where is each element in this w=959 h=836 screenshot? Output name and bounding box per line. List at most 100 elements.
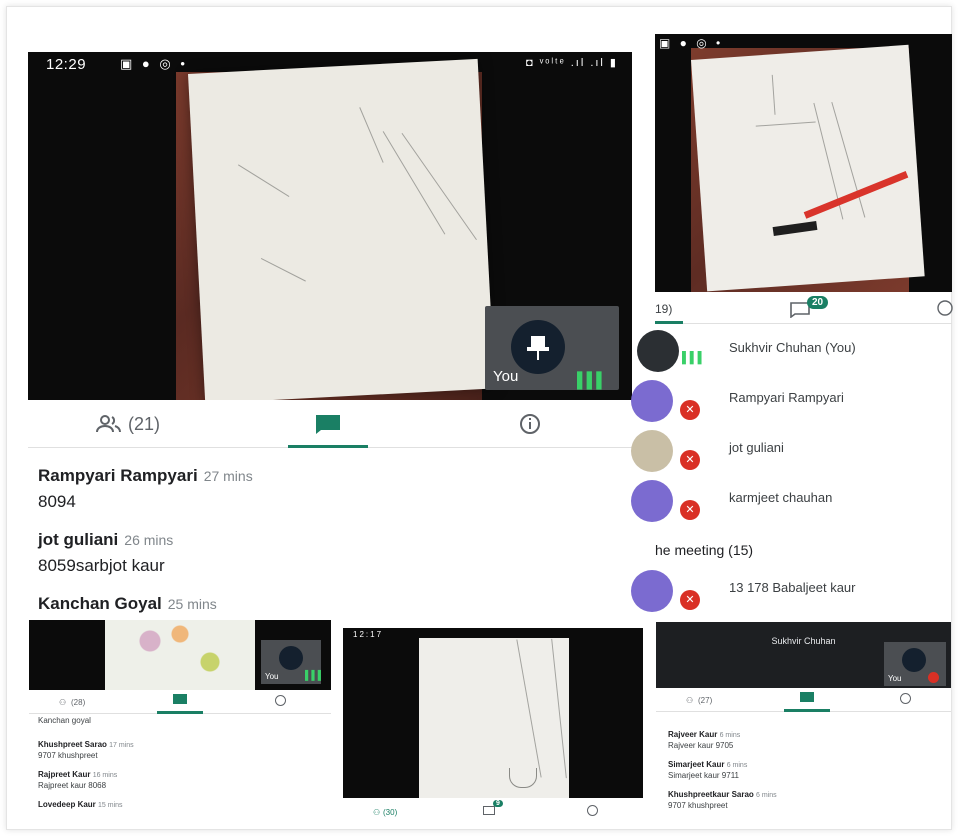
tab-chat[interactable] [228, 402, 428, 446]
info-icon[interactable] [900, 693, 911, 704]
signal-icons: ◘ ᵛᵒˡᵗᵉ .ıl .ıl ▮ [526, 57, 618, 69]
mic-off-icon: ✕ [680, 450, 700, 470]
self-view-tile[interactable]: You ▌▌▌ [261, 640, 325, 684]
participant-name: Rampyari Rampyari [729, 390, 844, 405]
participant-row[interactable]: ✕ karmjeet chauhan [631, 474, 952, 526]
right-tab-bar: 19) 20 [655, 294, 953, 324]
participants-count[interactable]: (30) [383, 808, 397, 817]
participant-row[interactable]: ✕ jot guliani [631, 424, 952, 476]
chat-message: Rampyari Rampyari 27 mins 8094 [38, 466, 253, 512]
thumb-tab-bar: ⚇ (28) [29, 690, 331, 714]
participant-row[interactable]: ✕ 13 178 Babaljeet kaur [631, 564, 952, 616]
sketch-paper [419, 638, 569, 798]
avatar [637, 330, 679, 372]
chat-text: 8094 [38, 492, 76, 511]
sketch-paper [188, 58, 495, 400]
chat-text: 9707 khushpreet [668, 801, 728, 810]
thumb-video-feed[interactable]: Sukhvir Chuhan You [656, 622, 951, 688]
audio-level-icon: ▌▌▌ [305, 670, 325, 680]
chat-icon [316, 415, 340, 434]
active-tab-indicator [784, 709, 830, 712]
chat-message: Khushpreetkaur Sarao 6 mins 9707 khushpr… [668, 790, 777, 811]
chat-sender: Simarjeet Kaur [668, 760, 725, 769]
chat-text: Rajpreet kaur 8068 [38, 781, 107, 790]
audio-level-icon: ▌▌▌ [577, 372, 607, 389]
pin-icon [902, 648, 926, 672]
people-icon[interactable]: ⚇ [373, 808, 380, 817]
participant-row[interactable]: ▌▌▌ Sukhvir Chuhan (You) [637, 324, 952, 376]
participant-name: 13 178 Babaljeet kaur [729, 580, 856, 595]
status-time: 12:29 [46, 56, 87, 73]
self-view-label: You [493, 368, 519, 385]
chat-text: Kanchan goyal [38, 716, 91, 725]
participant-row[interactable]: ✕ Rampyari Rampyari [631, 374, 952, 426]
chat-message: Lovedeep Kaur 15 mins [38, 800, 123, 811]
pin-icon [279, 646, 303, 670]
thumb-video-feed[interactable]: 12:17 [343, 628, 643, 798]
chat-sender: jot guliani [38, 530, 119, 549]
chat-sender: Rajveer Kaur [668, 730, 718, 739]
participant-name: Sukhvir Chuhan (You) [729, 340, 856, 355]
thumb-video-feed[interactable]: You ▌▌▌ [29, 620, 331, 690]
self-view-tile[interactable]: You ▌▌▌ [485, 306, 619, 390]
pin-button[interactable] [511, 320, 565, 374]
status-time: 12:17 [353, 630, 384, 639]
participants-count[interactable]: (28) [71, 698, 85, 707]
chat-message: Simarjeet Kaur 6 mins Simarjeet kaur 971… [668, 760, 747, 781]
chat-message: Kanchan goyal [38, 716, 91, 726]
chat-time: 6 mins [756, 792, 777, 799]
right-video-feed[interactable]: ▣ ● ◎ • [655, 34, 952, 292]
status-bar: 12:29 ▣ ● ◎ • ◘ ᵛᵒˡᵗᵉ .ıl .ıl ▮ [28, 52, 632, 78]
chat-text: 9707 khushpreet [38, 751, 98, 760]
people-icon[interactable]: ⚇ [59, 698, 66, 707]
main-video-feed[interactable]: 12:29 ▣ ● ◎ • ◘ ᵛᵒˡᵗᵉ .ıl .ıl ▮ You ▌▌▌ [28, 52, 632, 400]
chat-message: Khushpreet Sarao 17 mins 9707 khushpreet [38, 740, 134, 761]
chat-message: jot guliani 26 mins 8059sarbjot kaur [38, 530, 173, 576]
info-icon[interactable] [275, 695, 286, 706]
mic-off-icon: ✕ [680, 500, 700, 520]
section-heading: he meeting (15) [655, 542, 754, 558]
status-icons: ▣ ● ◎ • [120, 56, 188, 71]
chat-time: 15 mins [98, 802, 123, 809]
chat-sender: Khushpreet Sarao [38, 740, 107, 749]
status-icons: ▣ ● ◎ • [659, 36, 724, 50]
audio-level-icon: ▌▌▌ [682, 352, 706, 364]
participants-count: (21) [127, 413, 160, 434]
mic-off-icon [928, 672, 939, 683]
chat-message: Kanchan Goyal 25 mins [38, 594, 217, 614]
participant-name: karmjeet chauhan [729, 490, 833, 505]
chat-text: Rajveer kaur 9705 [668, 741, 734, 750]
active-tab-indicator [288, 445, 368, 448]
participants-count[interactable]: 19) [655, 302, 672, 316]
chat-icon[interactable] [800, 692, 814, 702]
chat-time: 6 mins [726, 762, 748, 769]
chat-badge: 9 [493, 800, 503, 807]
tab-participants[interactable]: (21) [28, 402, 228, 446]
self-view-label: You [888, 674, 902, 683]
chat-text: Simarjeet kaur 9711 [668, 771, 739, 780]
active-tab-indicator [157, 711, 203, 714]
mic-off-icon: ✕ [680, 590, 700, 610]
chat-sender: Kanchan Goyal [38, 594, 162, 613]
chat-sender: Rajpreet Kaur [38, 770, 91, 779]
chat-time: 6 mins [719, 732, 741, 739]
self-view-label: You [265, 672, 279, 681]
chat-message: Rajveer Kaur 6 mins Rajveer kaur 9705 [668, 730, 740, 751]
people-icon[interactable]: ⚇ [686, 696, 693, 705]
info-icon[interactable] [937, 300, 953, 316]
participants-count[interactable]: (27) [698, 696, 712, 705]
info-icon[interactable] [587, 805, 598, 816]
avatar [631, 480, 673, 522]
sketch-paper [691, 44, 925, 292]
chat-time: 27 mins [203, 468, 253, 484]
main-tab-bar: (21) [28, 402, 632, 448]
tab-info[interactable] [428, 402, 632, 446]
chat-message: Rajpreet Kaur 16 mins Rajpreet kaur 8068 [38, 770, 117, 791]
chat-icon[interactable] [173, 694, 187, 704]
thumb-tab-bar: ⚇ (30) 9 [343, 798, 643, 822]
self-view-tile[interactable]: You [884, 642, 946, 686]
chat-time: 17 mins [109, 742, 134, 749]
chat-sender: Lovedeep Kaur [38, 800, 96, 809]
participant-name: jot guliani [729, 440, 784, 455]
chat-icon[interactable] [483, 806, 495, 815]
